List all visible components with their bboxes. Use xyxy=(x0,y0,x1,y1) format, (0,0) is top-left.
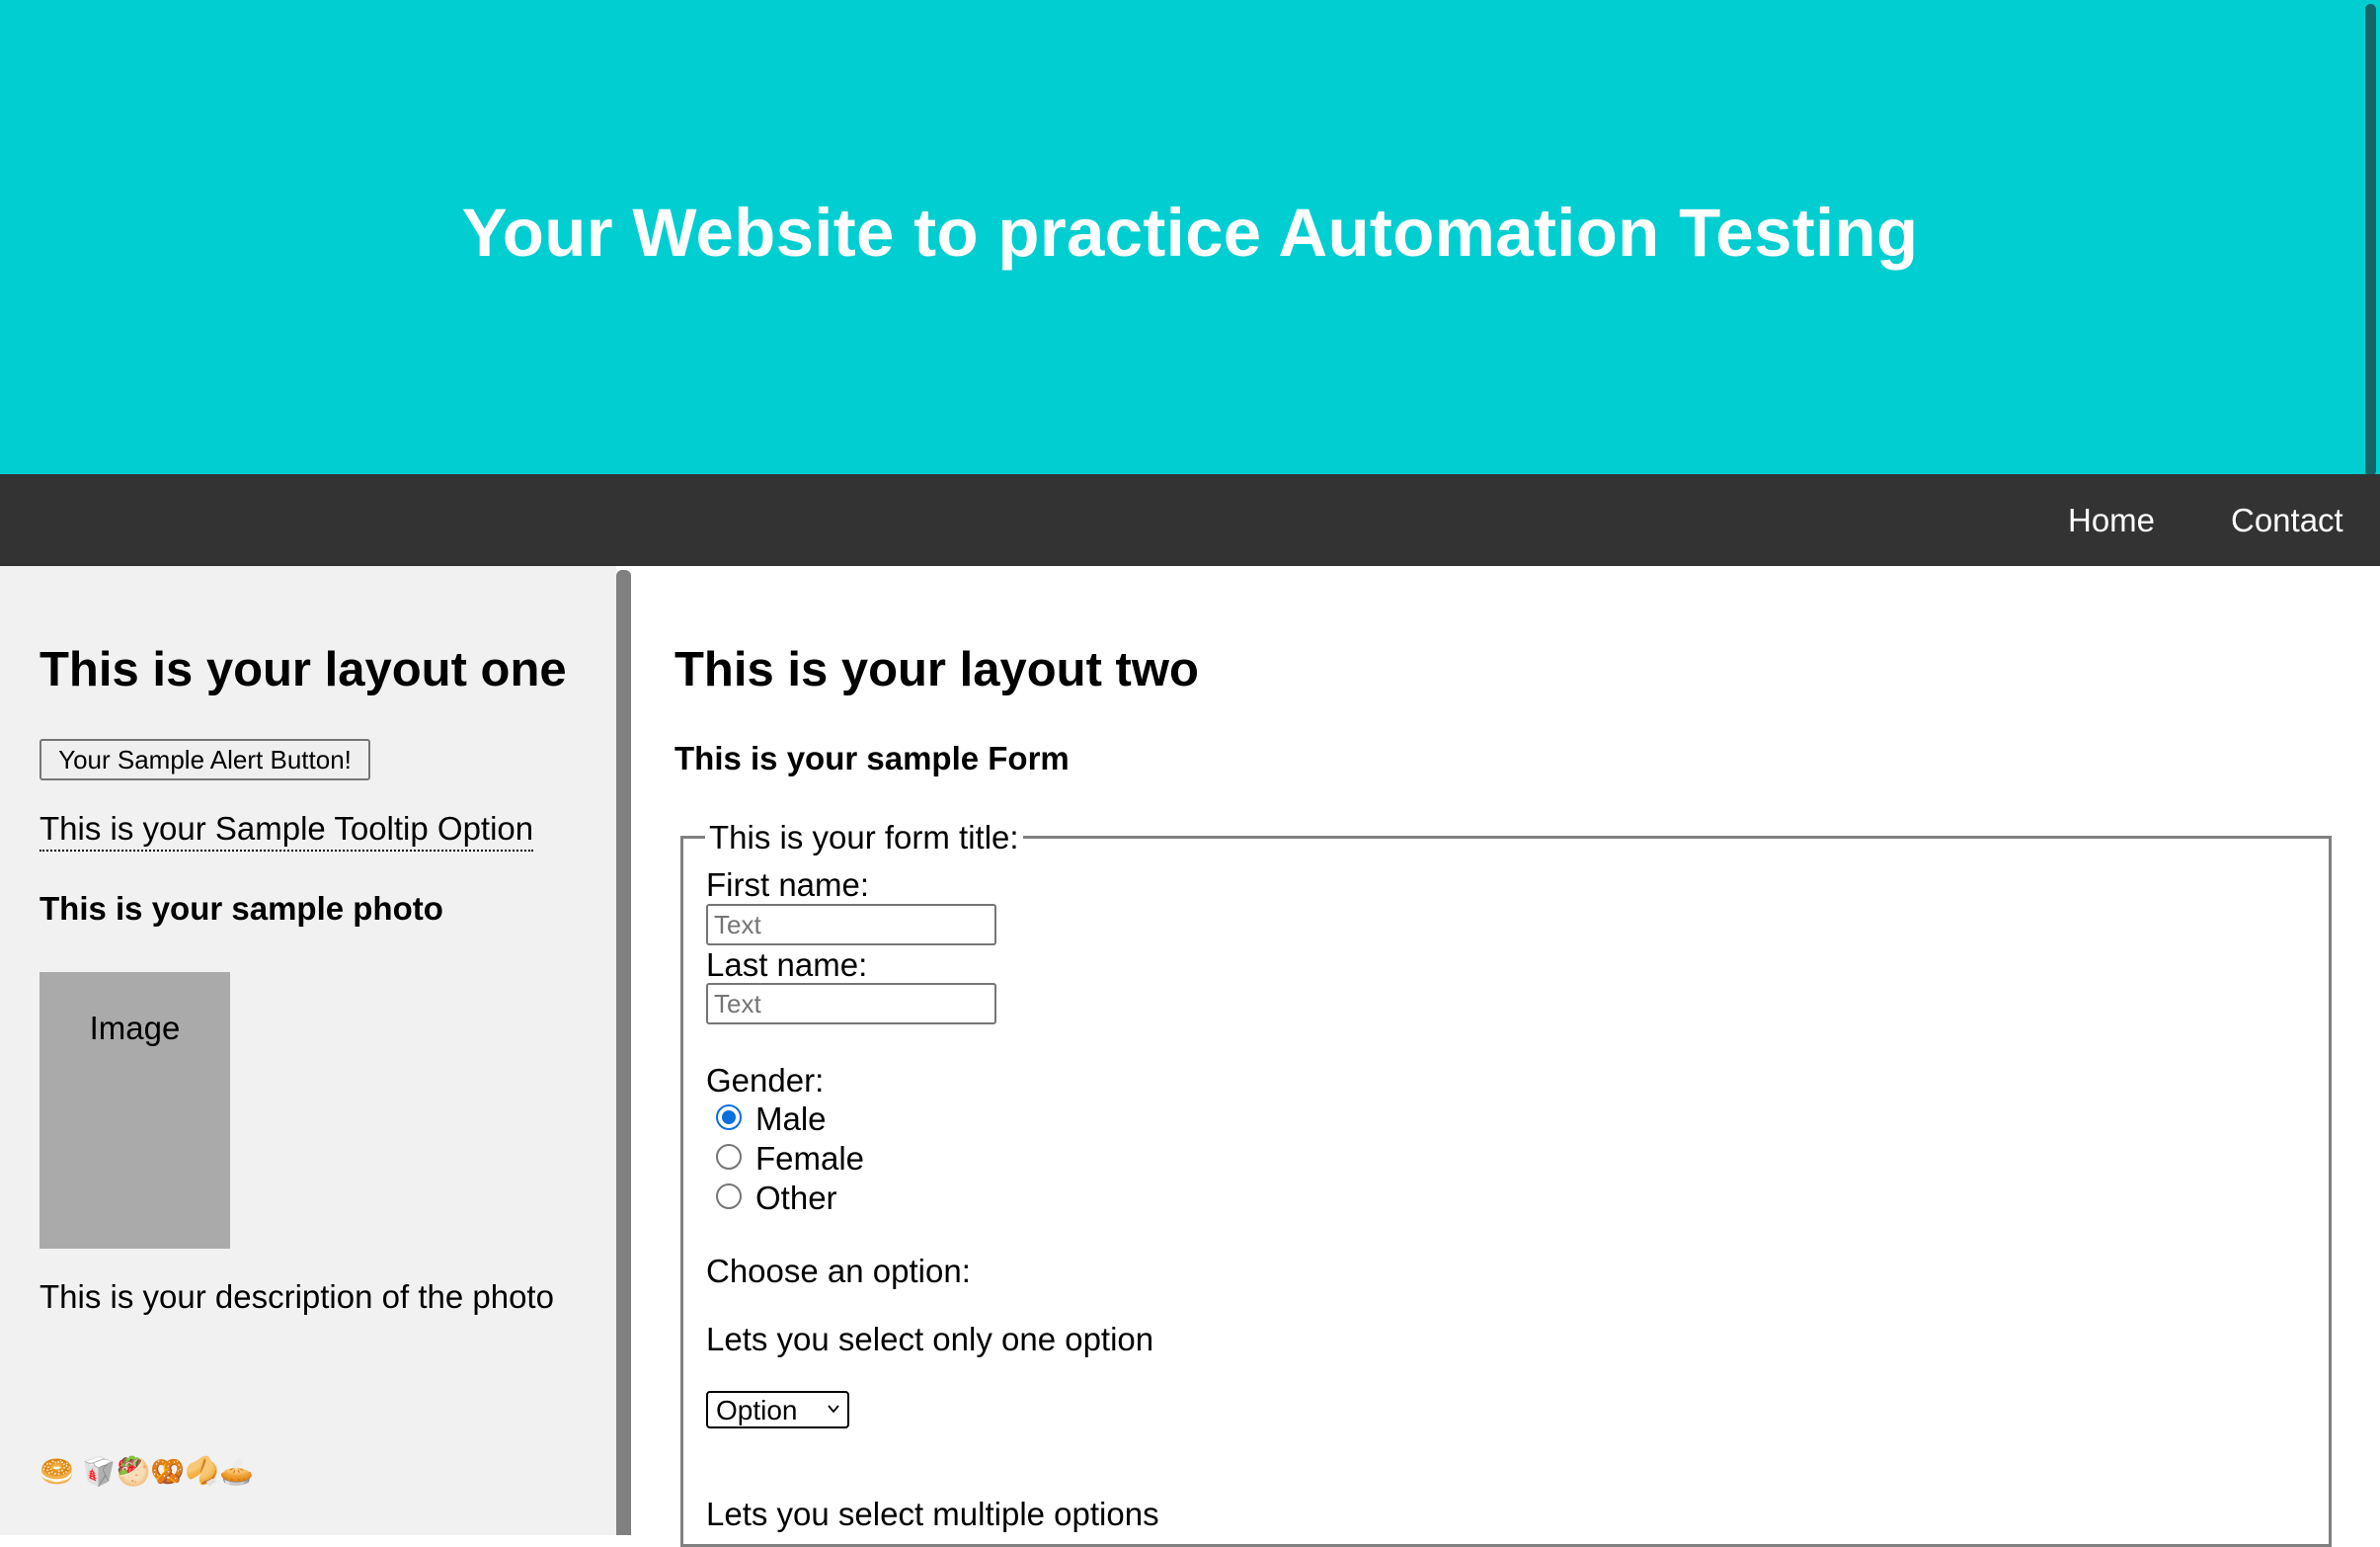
first-name-label: First name: xyxy=(706,866,870,903)
gender-other-label: Other xyxy=(755,1180,837,1216)
header-banner: Your Website to practice Automation Test… xyxy=(0,0,2380,476)
layout-two-heading: This is your layout two xyxy=(674,643,1199,696)
nav-contact-link[interactable]: Contact xyxy=(2231,474,2343,566)
gender-male-radio[interactable] xyxy=(716,1104,742,1130)
gender-female-radio[interactable] xyxy=(716,1144,742,1170)
gender-label: Gender: xyxy=(706,1062,825,1099)
site-title: Your Website to practice Automation Test… xyxy=(461,195,1919,271)
sample-form-heading: This is your sample Form xyxy=(674,740,1070,776)
sample-photo: Image xyxy=(40,972,230,1249)
gender-male-label: Male xyxy=(755,1100,827,1137)
single-select-label: Lets you select only one option xyxy=(706,1321,1154,1357)
column-splitter[interactable] xyxy=(616,570,631,1535)
choose-option-label: Choose an option: xyxy=(706,1253,971,1289)
single-option-select-value: Option xyxy=(716,1395,798,1425)
chevron-down-icon xyxy=(828,1405,839,1414)
form-legend: This is your form title: xyxy=(705,819,1023,856)
sample-tooltip[interactable]: This is your Sample Tooltip Option xyxy=(40,808,534,852)
layout-one-heading: This is your layout one xyxy=(40,643,567,696)
last-name-input[interactable] xyxy=(706,983,996,1024)
gender-female-label: Female xyxy=(755,1140,865,1177)
sample-alert-button[interactable]: Your Sample Alert Button! xyxy=(40,739,370,780)
nav-home-link[interactable]: Home xyxy=(2068,474,2155,566)
photo-heading: This is your sample photo xyxy=(40,890,443,927)
photo-description: This is your description of the photo xyxy=(40,1278,554,1315)
last-name-label: Last name: xyxy=(706,946,868,983)
multi-select-label: Lets you select multiple options xyxy=(706,1496,1159,1532)
header-scrollbar[interactable] xyxy=(2365,4,2376,476)
photo-placeholder-text: Image xyxy=(89,1010,181,1046)
gender-other-radio[interactable] xyxy=(716,1183,742,1209)
food-emoji-row: 🥯 🥡🥙🥨🥠🥧 xyxy=(40,1456,254,1487)
top-nav: Home Contact xyxy=(0,474,2380,566)
single-option-select[interactable]: Option xyxy=(706,1391,849,1428)
first-name-input[interactable] xyxy=(706,904,996,945)
